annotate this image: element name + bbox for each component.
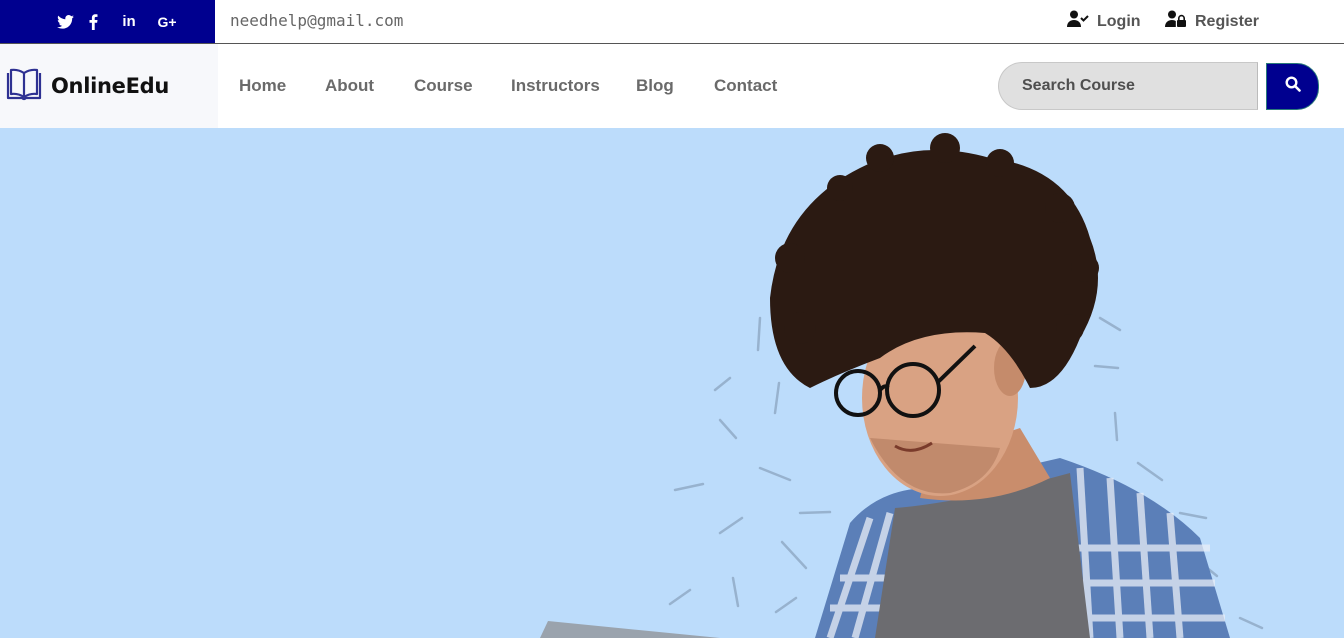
open-book-icon	[6, 67, 42, 106]
linkedin-icon[interactable]: in	[121, 13, 137, 30]
twitter-icon[interactable]	[57, 14, 75, 29]
login-label: Login	[1097, 12, 1141, 30]
contact-email: needhelp@gmail.com	[230, 11, 404, 30]
brand-name: OnlineEdu	[51, 74, 170, 98]
facebook-icon[interactable]	[89, 13, 99, 30]
google-plus-icon[interactable]: G+	[157, 14, 177, 30]
user-lock-icon	[1165, 10, 1187, 33]
hero-student-image	[540, 133, 1264, 638]
brand-logo[interactable]: OnlineEdu	[0, 44, 218, 128]
nav-item-about[interactable]: About	[325, 76, 374, 96]
search-input[interactable]: Search Course	[998, 62, 1258, 110]
nav-item-instructors[interactable]: Instructors	[511, 76, 600, 96]
hero-banner	[0, 128, 1344, 638]
search-icon	[1284, 76, 1301, 97]
user-check-icon	[1067, 10, 1089, 33]
top-bar: in G+ needhelp@gmail.com Login Register	[0, 0, 1344, 44]
search-button[interactable]	[1266, 63, 1319, 110]
social-links: in G+	[0, 0, 215, 43]
main-navbar: OnlineEdu Home About Course Instructors …	[0, 44, 1344, 128]
register-label: Register	[1195, 12, 1260, 30]
nav-item-blog[interactable]: Blog	[636, 76, 674, 96]
nav-item-contact[interactable]: Contact	[714, 76, 777, 96]
register-link[interactable]: Register	[1165, 10, 1259, 33]
login-link[interactable]: Login	[1067, 10, 1141, 33]
nav-item-home[interactable]: Home	[239, 76, 286, 96]
search-placeholder: Search Course	[1022, 77, 1135, 94]
nav-item-course[interactable]: Course	[414, 76, 473, 96]
